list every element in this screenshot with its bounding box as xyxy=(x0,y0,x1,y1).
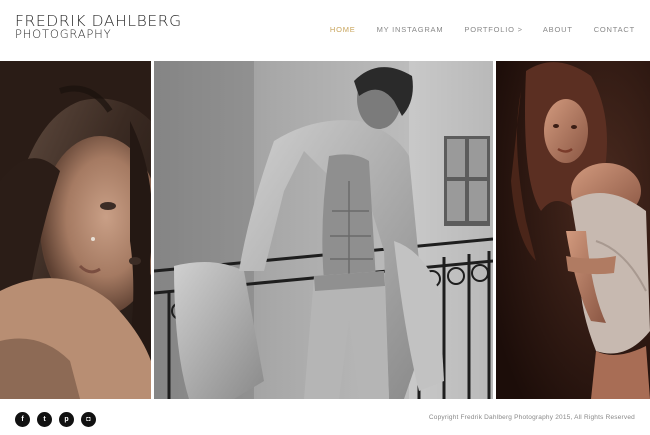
gallery-photo-man-denim[interactable] xyxy=(154,61,493,399)
copyright-text: Copyright Fredrik Dahlberg Photography 2… xyxy=(428,414,635,421)
site-footer: f t p ◘ Copyright Fredrik Dahlberg Photo… xyxy=(0,399,650,435)
nav-instagram[interactable]: My Instagram xyxy=(377,25,444,34)
nav-about[interactable]: About xyxy=(543,25,573,34)
pinterest-icon[interactable]: p xyxy=(59,412,74,427)
gallery-photo-woman-offshoulder[interactable] xyxy=(496,61,650,399)
gallery-photo-woman-portrait[interactable] xyxy=(0,61,151,399)
instagram-icon[interactable]: ◘ xyxy=(81,412,96,427)
nav-home[interactable]: Home xyxy=(330,25,356,34)
nav-portfolio[interactable]: Portfolio > xyxy=(464,25,522,34)
nav-contact[interactable]: Contact xyxy=(594,25,635,34)
main-nav: Home My Instagram Portfolio > About Cont… xyxy=(330,25,635,34)
site-header: Fredrik Dahlberg Photography Home My Ins… xyxy=(0,0,650,60)
twitter-icon[interactable]: t xyxy=(37,412,52,427)
social-links: f t p ◘ xyxy=(15,412,96,427)
site-logo[interactable]: Fredrik Dahlberg Photography xyxy=(15,13,182,41)
logo-subtitle: Photography xyxy=(15,26,112,41)
photo-gallery xyxy=(0,61,650,399)
facebook-icon[interactable]: f xyxy=(15,412,30,427)
